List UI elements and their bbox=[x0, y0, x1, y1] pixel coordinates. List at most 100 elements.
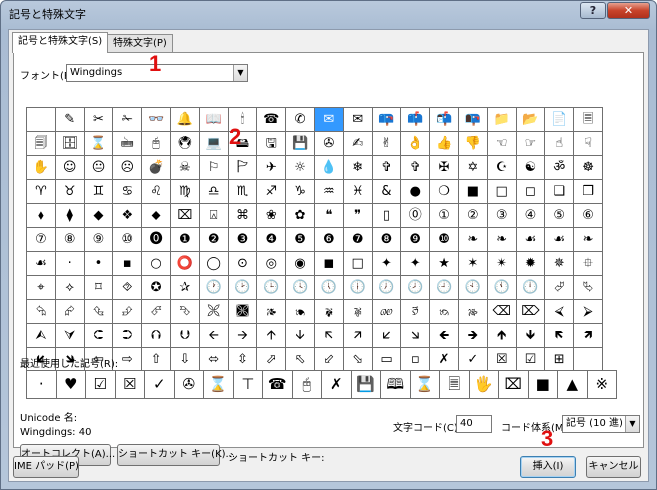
symbol-cell[interactable]: ◻ bbox=[516, 180, 546, 204]
symbol-cell[interactable]: ⌧ bbox=[170, 204, 200, 228]
symbol-cell[interactable]: ✶ bbox=[458, 252, 488, 276]
symbol-cell[interactable]: 🡬 bbox=[314, 324, 344, 348]
symbol-cell[interactable]: ☝ bbox=[545, 132, 575, 156]
recent-symbol-cell[interactable]: ■ bbox=[528, 371, 558, 399]
symbol-cell[interactable]: 🗄 bbox=[55, 132, 85, 156]
symbol-cell[interactable]: ❸ bbox=[228, 228, 258, 252]
recent-symbol-cell[interactable]: 🗏 bbox=[440, 371, 470, 399]
symbol-cell[interactable]: ❹ bbox=[257, 228, 287, 252]
symbol-cell[interactable]: ❧ bbox=[487, 228, 517, 252]
recent-symbol-cell[interactable]: ⊤ bbox=[233, 371, 263, 399]
symbol-cell[interactable]: ☞ bbox=[516, 132, 546, 156]
symbol-cell[interactable]: 🏱 bbox=[228, 156, 258, 180]
chevron-down-icon[interactable]: ▼ bbox=[625, 416, 639, 432]
symbol-cell[interactable]: 🡹 bbox=[487, 324, 517, 348]
symbol-cell[interactable]: 🕖 bbox=[372, 276, 402, 300]
recent-symbol-cell[interactable]: ⌛ bbox=[204, 371, 234, 399]
symbol-cell[interactable]: ♋ bbox=[113, 180, 143, 204]
close-button[interactable]: ✕ bbox=[607, 2, 650, 19]
symbol-cell[interactable]: ⮴ bbox=[84, 300, 114, 324]
symbol-cell[interactable]: ⓿ bbox=[142, 228, 171, 252]
symbol-cell[interactable]: ❻ bbox=[314, 228, 344, 252]
symbol-cell[interactable]: 👍 bbox=[430, 132, 459, 156]
symbol-cell[interactable]: 📄 bbox=[545, 108, 575, 132]
symbol-cell[interactable]: ⮵ bbox=[113, 300, 143, 324]
symbol-cell[interactable]: 📪 bbox=[372, 108, 402, 132]
symbol-cell[interactable]: ✗ bbox=[430, 348, 459, 372]
symbol-cell[interactable]: 🡪 bbox=[228, 324, 258, 348]
symbol-cell[interactable]: 📂 bbox=[516, 108, 546, 132]
symbol-cell[interactable]: ☟ bbox=[574, 132, 603, 156]
symbol-cell[interactable]: 🡨 bbox=[199, 324, 229, 348]
symbol-cell[interactable]: ✦ bbox=[401, 252, 431, 276]
symbol-cell[interactable]: ⬂ bbox=[343, 348, 373, 372]
symbol-cell[interactable]: ☙ bbox=[545, 228, 575, 252]
symbol-cell[interactable]: ❺ bbox=[286, 228, 315, 252]
symbol-cell[interactable]: 📖 bbox=[199, 108, 229, 132]
symbol-cell[interactable]: ✈ bbox=[257, 156, 287, 180]
symbol-cell[interactable]: ☯ bbox=[516, 156, 546, 180]
symbol-cell[interactable]: 🙑 bbox=[401, 300, 431, 324]
symbol-cell[interactable]: ◎ bbox=[257, 252, 287, 276]
symbol-cell[interactable]: ☺ bbox=[55, 156, 85, 180]
symbol-cell[interactable]: ⬁ bbox=[286, 348, 315, 372]
symbol-cell[interactable]: ❑ bbox=[545, 180, 575, 204]
symbol-cell[interactable]: ❼ bbox=[343, 228, 373, 252]
symbol-cell[interactable]: ♑ bbox=[286, 180, 315, 204]
symbol-cell[interactable]: ☙ bbox=[27, 252, 56, 276]
symbol-cell[interactable]: ✵ bbox=[545, 252, 575, 276]
symbol-cell[interactable]: ✦ bbox=[372, 252, 402, 276]
symbol-cell[interactable]: ⌘ bbox=[228, 204, 258, 228]
symbol-cell[interactable]: ■ bbox=[458, 180, 488, 204]
symbol-cell[interactable]: 🕔 bbox=[314, 276, 344, 300]
symbol-cell[interactable]: ⌑ bbox=[84, 276, 114, 300]
symbol-cell[interactable]: ⮈ bbox=[84, 324, 114, 348]
ime-pad-button[interactable]: IME パッド(P) bbox=[13, 456, 79, 478]
symbol-cell[interactable]: ⊙ bbox=[228, 252, 258, 276]
symbol-cell[interactable]: 😐 bbox=[84, 156, 114, 180]
recent-symbol-cell[interactable]: ✓ bbox=[145, 371, 175, 399]
symbol-cell[interactable]: ④ bbox=[516, 204, 546, 228]
symbol-cell[interactable]: ⌫ bbox=[487, 300, 517, 324]
symbol-cell[interactable]: ✴ bbox=[487, 252, 517, 276]
symbol-cell[interactable]: ▭ bbox=[372, 348, 402, 372]
symbol-cell[interactable]: 🙒 bbox=[430, 300, 459, 324]
symbol-cell[interactable]: 🗐 bbox=[27, 132, 56, 156]
symbol-cell[interactable]: 🙔 bbox=[286, 300, 315, 324]
symbol-cell[interactable]: ① bbox=[430, 204, 459, 228]
symbol-cell[interactable]: ⮶ bbox=[142, 300, 171, 324]
symbol-cell[interactable] bbox=[574, 348, 603, 372]
symbol-cell[interactable]: 💾 bbox=[286, 132, 315, 156]
symbol-cell[interactable] bbox=[27, 108, 56, 132]
symbol-cell[interactable]: 🕘 bbox=[430, 276, 459, 300]
symbol-cell[interactable]: ⮲ bbox=[27, 300, 56, 324]
symbol-cell[interactable]: 🕗 bbox=[401, 276, 431, 300]
symbol-cell[interactable]: ❍ bbox=[430, 180, 459, 204]
recent-symbol-cell[interactable]: 🖰 bbox=[292, 371, 322, 399]
symbol-cell[interactable]: ✞ bbox=[401, 156, 431, 180]
symbol-cell[interactable]: ❷ bbox=[199, 228, 229, 252]
recent-symbol-cell[interactable]: ⌧ bbox=[499, 371, 529, 399]
symbol-cell[interactable]: ✪ bbox=[142, 276, 171, 300]
recent-symbol-cell[interactable]: 🖐 bbox=[469, 371, 499, 399]
symbol-cell[interactable]: ♌ bbox=[142, 180, 171, 204]
symbol-cell[interactable]: 🡻 bbox=[516, 324, 546, 348]
symbol-cell[interactable]: ♈ bbox=[27, 180, 56, 204]
symbol-cell[interactable]: & bbox=[372, 180, 402, 204]
symbol-cell[interactable]: ❽ bbox=[372, 228, 402, 252]
symbol-cell[interactable]: ⮊ bbox=[113, 324, 143, 348]
symbol-cell[interactable]: ॐ bbox=[545, 156, 575, 180]
symbol-cell[interactable]: ♏ bbox=[228, 180, 258, 204]
symbol-cell[interactable]: 🡫 bbox=[286, 324, 315, 348]
recent-symbol-cell[interactable]: ⌛ bbox=[410, 371, 440, 399]
symbol-cell[interactable]: ✰ bbox=[170, 276, 200, 300]
symbol-cell[interactable]: 🡺 bbox=[458, 324, 488, 348]
symbol-cell[interactable]: ✎ bbox=[55, 108, 85, 132]
symbol-cell[interactable]: ▫ bbox=[401, 348, 431, 372]
symbol-cell[interactable]: ⓪ bbox=[401, 204, 431, 228]
symbol-cell[interactable]: ✓ bbox=[458, 348, 488, 372]
symbol-cell[interactable]: ✍ bbox=[343, 132, 373, 156]
symbol-cell[interactable]: ⌖ bbox=[27, 276, 56, 300]
symbol-cell[interactable]: ◉ bbox=[286, 252, 315, 276]
symbol-cell[interactable]: ♍ bbox=[170, 180, 200, 204]
